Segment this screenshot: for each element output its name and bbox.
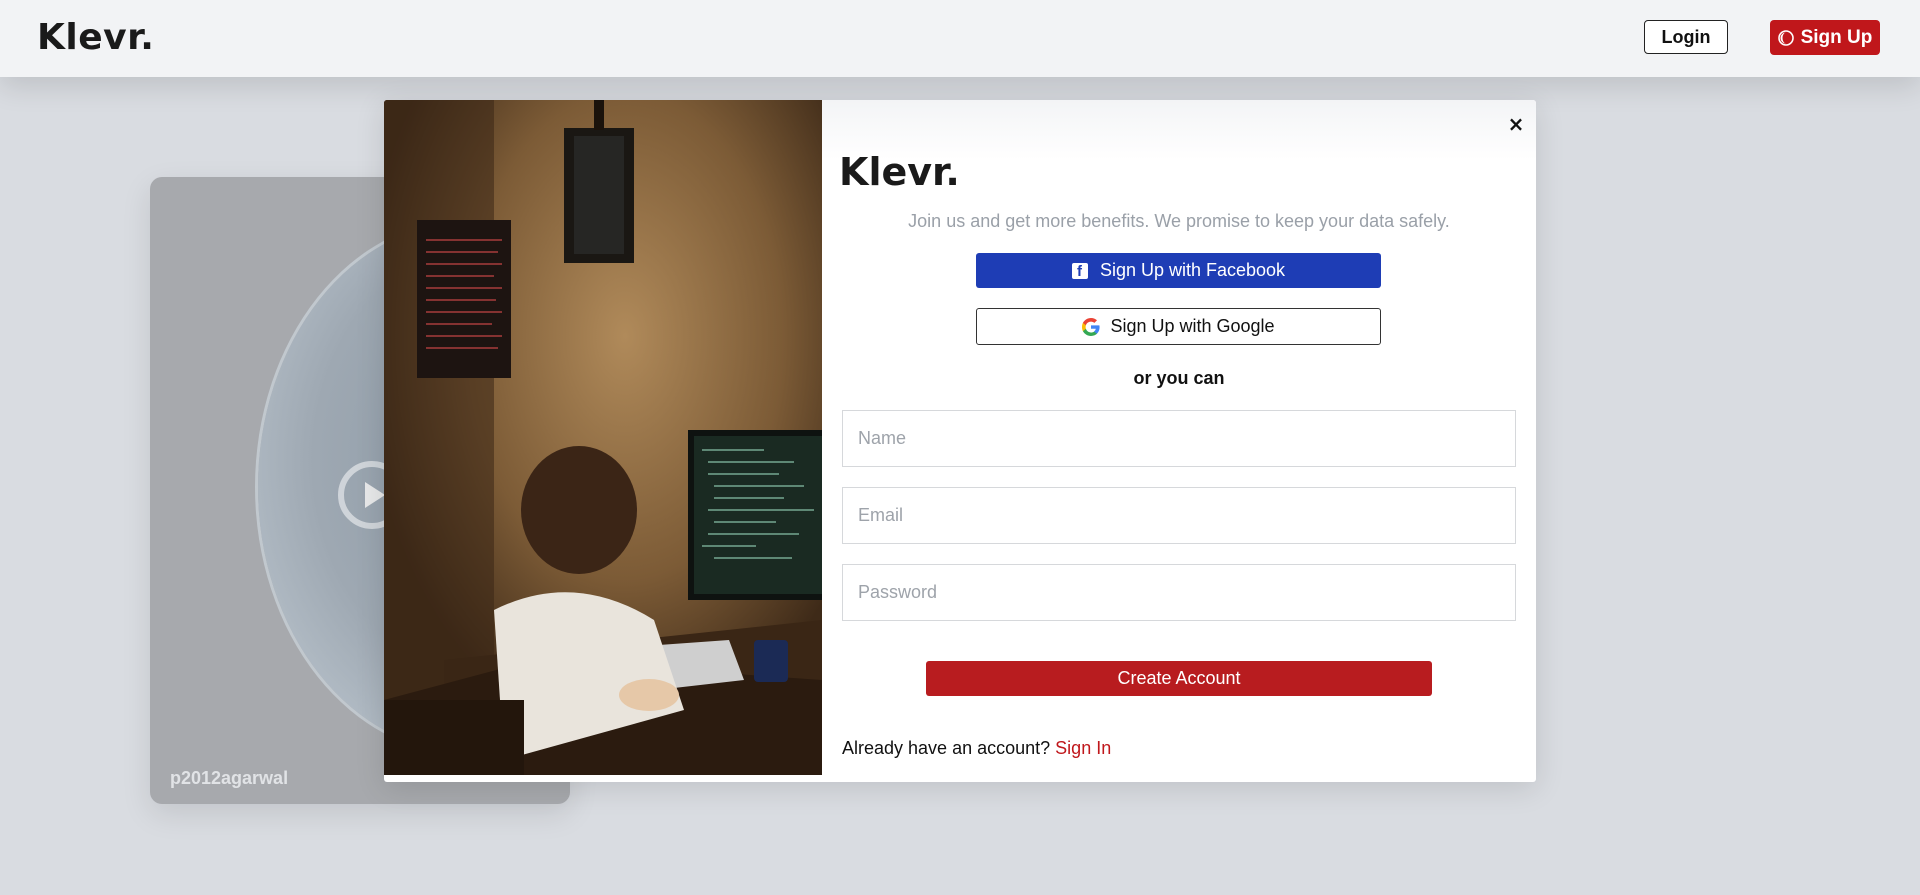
moon-icon — [1777, 29, 1794, 46]
modal-tagline: Join us and get more benefits. We promis… — [908, 211, 1450, 231]
password-input[interactable] — [842, 564, 1516, 621]
close-icon[interactable]: × — [1504, 112, 1528, 136]
signup-button-label: Sign Up — [1800, 26, 1873, 48]
modal-brand-logo: Klevr. — [839, 150, 960, 194]
login-button[interactable]: Login — [1644, 20, 1728, 54]
facebook-signup-button[interactable]: f Sign Up with Facebook — [976, 253, 1381, 288]
create-account-button[interactable]: Create Account — [926, 661, 1432, 696]
modal-hero-image — [384, 100, 822, 775]
signup-button[interactable]: Sign Up — [1770, 20, 1880, 55]
facebook-icon: f — [1071, 262, 1088, 279]
signin-prompt-text: Already have an account? — [842, 738, 1051, 758]
brand-logo[interactable]: Klevr. — [37, 17, 154, 58]
facebook-signup-label: Sign Up with Facebook — [1099, 260, 1286, 280]
top-navbar: Klevr. Login Sign Up — [0, 0, 1920, 77]
divider-text: or you can — [1133, 368, 1225, 388]
person-at-computer-illustration — [384, 100, 822, 775]
signin-prompt: Already have an account? Sign In — [842, 738, 1111, 759]
video-card-username: p2012agarwal — [170, 768, 289, 788]
google-icon — [1082, 317, 1101, 336]
email-input[interactable] — [842, 487, 1516, 544]
name-input[interactable] — [842, 410, 1516, 467]
signup-modal: × Klevr. Join us and get more benefits. … — [384, 100, 1536, 782]
google-signup-label: Sign Up with Google — [1110, 316, 1275, 336]
signin-link[interactable]: Sign In — [1055, 738, 1111, 758]
google-signup-button[interactable]: Sign Up with Google — [976, 308, 1381, 345]
